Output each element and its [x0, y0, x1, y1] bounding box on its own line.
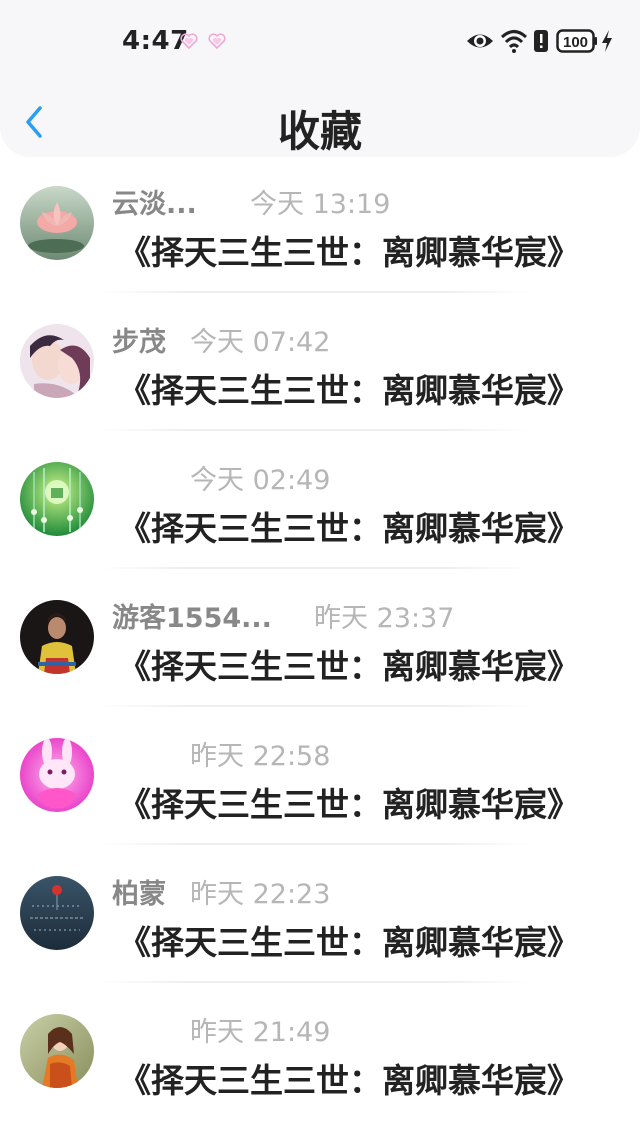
list-item[interactable]: 柏蒙 昨天 22:23 《择天三生三世：离卿慕华宸》	[0, 850, 640, 988]
user-name: 游客1554...	[112, 603, 272, 634]
battery-icon: 100	[556, 29, 597, 53]
battery-level: 100	[563, 34, 588, 51]
timestamp: 昨天 22:58	[190, 741, 331, 772]
timestamp: 今天 02:49	[190, 465, 331, 496]
list-item[interactable]: 步茂 今天 07:42 《择天三生三世：离卿慕华宸》	[0, 298, 640, 436]
eye-icon	[467, 34, 493, 48]
list-item[interactable]: 今天 02:49 《择天三生三世：离卿慕华宸》	[0, 436, 640, 574]
status-time: 4:47	[122, 26, 189, 56]
favorite-title: 《择天三生三世：离卿慕华宸》	[118, 647, 580, 686]
timestamp: 昨天 22:23	[190, 879, 331, 910]
timestamp: 今天 07:42	[190, 327, 331, 358]
person-avatar[interactable]	[20, 600, 94, 674]
divider	[100, 705, 530, 707]
charging-bolt-icon	[602, 30, 612, 52]
list-item[interactable]: 游客1554... 昨天 23:37 《择天三生三世：离卿慕华宸》	[0, 574, 640, 712]
favorite-title: 《择天三生三世：离卿慕华宸》	[118, 233, 580, 272]
couple-avatar[interactable]	[20, 324, 94, 398]
divider	[100, 567, 530, 569]
lotus-avatar[interactable]	[20, 186, 94, 260]
girl-portrait-avatar[interactable]	[20, 1014, 94, 1088]
timestamp: 昨天 23:37	[314, 603, 455, 634]
favorite-title: 《择天三生三世：离卿慕华宸》	[118, 509, 580, 548]
divider	[100, 843, 530, 845]
heart-icon	[208, 33, 226, 49]
status-bar: 4:47 100	[0, 0, 640, 80]
favorites-screen: 4:47 100 收藏 云淡... 今天 13:19 《择天三生三世：离卿慕华宸…	[0, 0, 640, 1123]
favorite-title: 《择天三生三世：离卿慕华宸》	[118, 785, 580, 824]
list-item[interactable]: 昨天 21:49 《择天三生三世：离卿慕华宸》	[0, 988, 640, 1123]
heart-icon	[180, 33, 198, 49]
favorite-title: 《择天三生三世：离卿慕华宸》	[118, 923, 580, 962]
header: 4:47 100 收藏	[0, 0, 640, 156]
timestamp: 昨天 21:49	[190, 1017, 331, 1048]
list-item[interactable]: 云淡... 今天 13:19 《择天三生三世：离卿慕华宸》	[0, 160, 640, 298]
favorite-title: 《择天三生三世：离卿慕华宸》	[118, 1061, 580, 1100]
rain-flower-avatar[interactable]	[20, 876, 94, 950]
user-name: 云淡...	[112, 189, 197, 220]
wifi-icon	[500, 30, 528, 53]
favorites-list: 云淡... 今天 13:19 《择天三生三世：离卿慕华宸》 步茂 今天 07:4…	[0, 160, 640, 1123]
divider	[100, 429, 530, 431]
page-title: 收藏	[277, 107, 362, 156]
favorite-title: 《择天三生三世：离卿慕华宸》	[118, 371, 580, 410]
divider	[100, 291, 530, 293]
user-name: 柏蒙	[112, 879, 166, 910]
pink-bunny-avatar[interactable]	[20, 738, 94, 812]
list-item[interactable]: 昨天 22:58 《择天三生三世：离卿慕华宸》	[0, 712, 640, 850]
user-name: 步茂	[112, 327, 166, 358]
timestamp: 今天 13:19	[250, 189, 391, 220]
nav-bar: 收藏	[0, 90, 640, 160]
divider	[100, 981, 530, 983]
alert-icon	[534, 30, 548, 52]
green-crystal-avatar[interactable]	[20, 462, 94, 536]
